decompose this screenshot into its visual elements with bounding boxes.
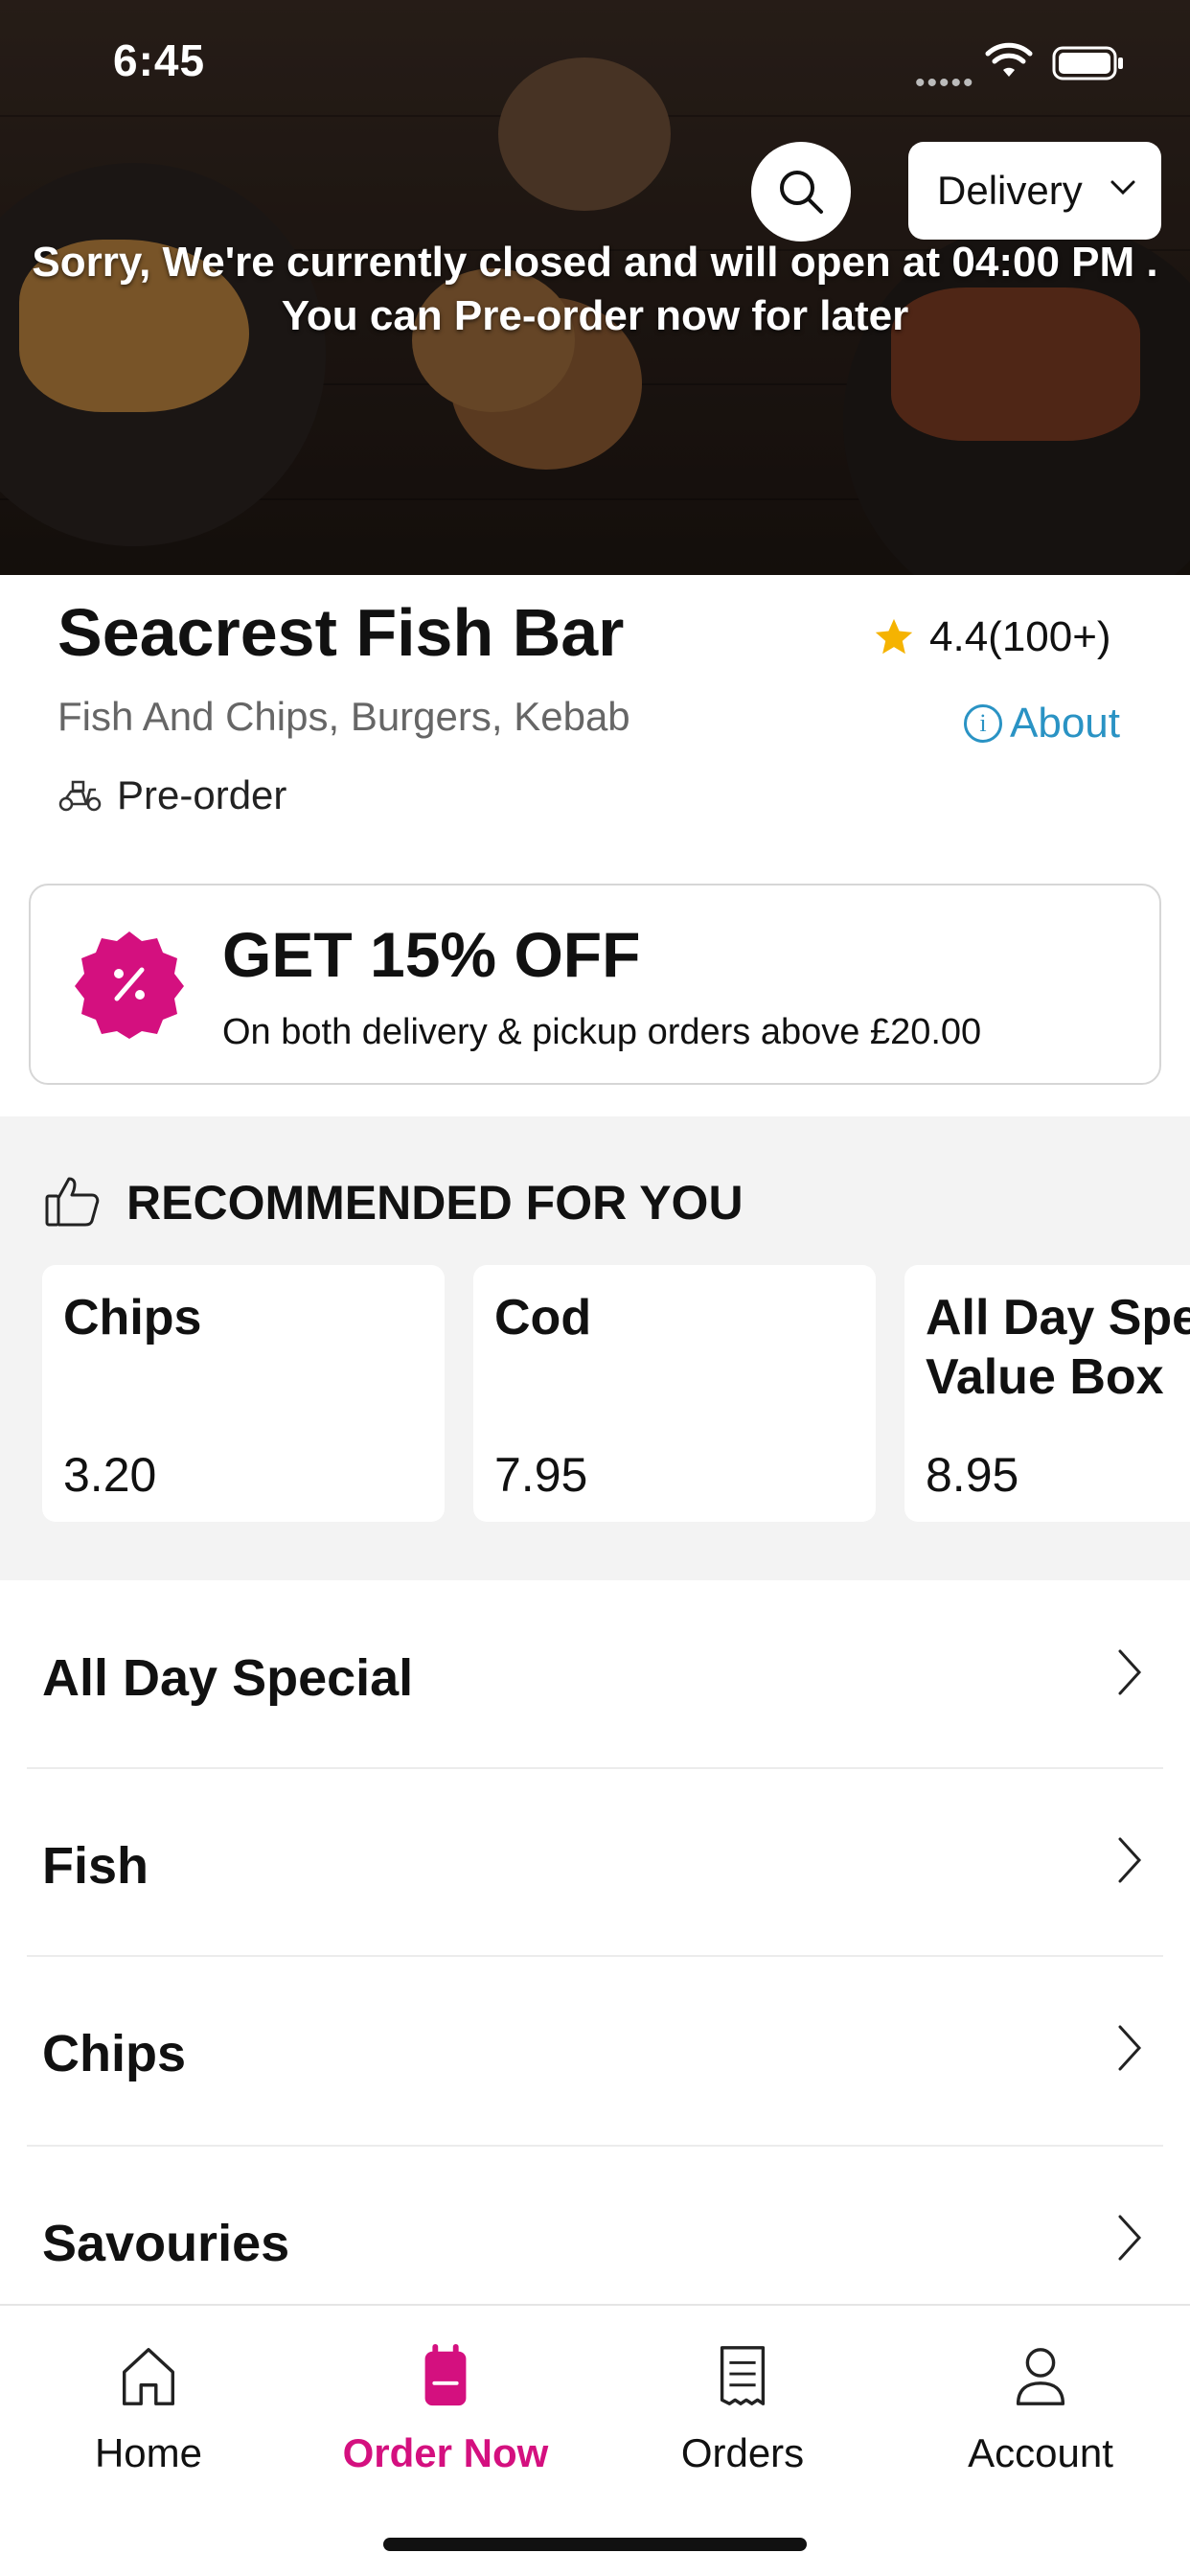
category-row-fish[interactable]: Fish <box>0 1769 1190 1957</box>
tab-label: Home <box>94 2430 203 2475</box>
recommended-item-name: Chips <box>63 1290 202 1346</box>
recommended-item-name: Cod <box>494 1290 592 1346</box>
rating[interactable]: 4.4(100+) <box>872 613 1111 661</box>
preorder-status: Pre-order <box>57 772 286 818</box>
cellular-signal-icon: ••••• <box>915 67 975 99</box>
category-row-all-day-special[interactable]: All Day Special <box>0 1581 1190 1769</box>
recommended-item-price: 7.95 <box>494 1448 588 1502</box>
about-label: About <box>1010 700 1120 747</box>
search-icon <box>780 171 823 214</box>
promo-title: GET 15% OFF <box>222 919 641 990</box>
category-label: All Day Special <box>42 1649 414 1707</box>
status-time: 6:45 <box>113 35 206 85</box>
rating-value: 4.4(100+) <box>929 613 1111 660</box>
recommended-item-card[interactable]: Chips 3.20 <box>42 1265 445 1522</box>
closed-notice-line1: Sorry, We're currently closed and will o… <box>32 239 1158 286</box>
recommended-item-price: 8.95 <box>926 1448 1019 1502</box>
user-icon <box>1016 2348 1065 2405</box>
preorder-label: Pre-order <box>117 772 287 817</box>
recommended-item-name: All Day Spec Value Box <box>926 1290 1190 1405</box>
category-label: Fish <box>42 1837 149 1895</box>
chevron-down-icon <box>1110 180 1135 196</box>
order-icon <box>424 2343 467 2406</box>
cuisine-list: Fish And Chips, Burgers, Kebab <box>57 694 630 739</box>
star-icon <box>875 618 913 655</box>
tab-label: Account <box>968 2430 1113 2475</box>
discount-badge-icon <box>75 932 184 1039</box>
thumbs-up-icon <box>45 1177 100 1227</box>
category-row-chips[interactable]: Chips <box>0 1957 1190 2145</box>
scooter-icon <box>58 780 102 812</box>
receipt-icon <box>720 2346 766 2405</box>
home-indicator <box>383 2538 807 2551</box>
about-link[interactable]: i About <box>964 700 1120 748</box>
wifi-icon <box>985 42 1033 77</box>
tab-home[interactable]: Home <box>34 2342 263 2476</box>
promo-subtitle: On both delivery & pickup orders above £… <box>222 1012 982 1052</box>
tab-orders[interactable]: Orders <box>628 2342 858 2476</box>
chevron-right-icon <box>1118 1837 1142 1883</box>
restaurant-name: Seacrest Fish Bar <box>57 595 625 670</box>
category-label: Savouries <box>42 2215 290 2272</box>
tab-account[interactable]: Account <box>926 2342 1156 2476</box>
home-icon <box>122 2348 174 2405</box>
delivery-mode-dropdown[interactable]: Delivery <box>908 142 1161 240</box>
category-label: Chips <box>42 2025 187 2082</box>
chevron-right-icon <box>1118 2215 1142 2261</box>
tab-label: Order Now <box>342 2430 549 2475</box>
info-icon: i <box>964 704 1002 743</box>
closed-notice-line2: You can Pre-order now for later <box>281 292 909 339</box>
chevron-right-icon <box>1118 2025 1142 2071</box>
closed-notice: Sorry, We're currently closed and will o… <box>0 236 1190 343</box>
chevron-right-icon <box>1118 1649 1142 1695</box>
delivery-mode-label: Delivery <box>937 168 1083 213</box>
recommended-title: RECOMMENDED FOR YOU <box>126 1176 744 1230</box>
tab-label: Orders <box>680 2430 805 2475</box>
tab-order-now[interactable]: Order Now <box>331 2342 561 2476</box>
search-button[interactable] <box>751 142 851 242</box>
recommended-item-card[interactable]: All Day Spec Value Box 8.95 <box>904 1265 1190 1522</box>
recommended-item-card[interactable]: Cod 7.95 <box>473 1265 876 1522</box>
recommended-item-price: 3.20 <box>63 1448 157 1502</box>
battery-icon <box>1052 46 1123 80</box>
